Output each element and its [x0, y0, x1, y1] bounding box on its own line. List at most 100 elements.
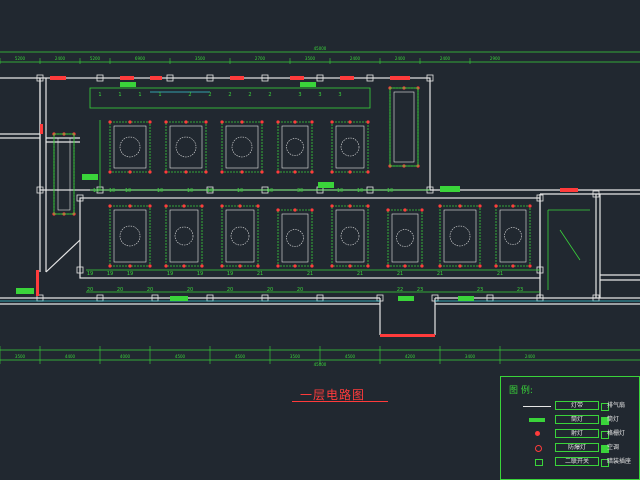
circuit-number: 19 — [197, 271, 203, 277]
circuit-number: 21 — [257, 271, 263, 277]
fixture-dot — [108, 204, 112, 208]
light-group-frame — [331, 205, 369, 267]
round-ceiling — [230, 226, 250, 246]
legend-row: 灯带 排气扇 — [501, 401, 640, 411]
fixture-dot — [128, 264, 132, 268]
fixture-dot — [348, 170, 352, 174]
ceiling-outline — [169, 209, 199, 263]
bottom-dimension-value: 2400 — [525, 354, 536, 359]
fixture-dot — [293, 264, 297, 268]
light-group — [164, 204, 204, 268]
legend-row: 二联开关 暗装插座 — [501, 457, 640, 467]
light-group-frame — [277, 121, 313, 173]
fixture-dot — [494, 264, 498, 268]
light-group-frame — [165, 121, 207, 173]
fixture-dot — [366, 204, 370, 208]
title-underline — [292, 401, 388, 402]
circuit-number: 20 — [227, 287, 233, 293]
circuit-number: 19 — [227, 271, 233, 277]
light-group — [164, 120, 208, 174]
top-dimension-value: 6900 — [135, 56, 146, 61]
round-ceiling — [340, 137, 360, 157]
fixture-dot — [511, 264, 515, 268]
light-group — [494, 204, 532, 268]
fixture-dot — [220, 170, 224, 174]
fixture-dot — [348, 204, 352, 208]
fixture-dot — [164, 170, 168, 174]
fixture-dot — [293, 170, 297, 174]
fixture-dot — [528, 264, 532, 268]
light-group-frame — [331, 121, 369, 173]
ceiling-outline — [113, 209, 147, 263]
light-group — [108, 204, 152, 268]
circuit-number: 2 — [228, 92, 231, 98]
light-group — [388, 86, 420, 168]
fixture-dot — [184, 120, 188, 124]
circuit-number: 19 — [87, 271, 93, 277]
legend-symbol — [535, 459, 543, 466]
circuit-number: 23 — [477, 287, 483, 293]
circuit-number: 10 — [387, 188, 393, 194]
legend-label: 筒灯 — [555, 415, 599, 424]
circuit-number: 20 — [267, 287, 273, 293]
light-group-frame — [277, 209, 313, 267]
top-dimension-value: 2700 — [255, 56, 266, 61]
round-ceiling — [396, 229, 414, 247]
fixture-dot — [240, 170, 244, 174]
light-group — [108, 120, 152, 174]
fixture-dot — [386, 208, 390, 212]
circuit-number: 3 — [298, 92, 301, 98]
top-dimension-value: 2400 — [350, 56, 361, 61]
fixture-dot — [330, 120, 334, 124]
fixture-dot — [148, 170, 152, 174]
round-ceiling — [286, 138, 304, 156]
fixture-dot — [310, 208, 314, 212]
bottom-dimension-value: 4400 — [65, 354, 76, 359]
circuit-number: 10 — [237, 188, 243, 194]
circuit-number: 20 — [87, 287, 93, 293]
light-group-frame — [165, 205, 203, 267]
fixture-dot — [164, 204, 168, 208]
circuit-number: 23 — [417, 287, 423, 293]
fixture-dot — [403, 208, 407, 212]
round-ceiling — [504, 227, 522, 245]
circuit-number: 2 — [248, 92, 251, 98]
ceiling-outline — [113, 125, 147, 169]
fixture-dot — [420, 208, 424, 212]
circuit-number: 19 — [167, 271, 173, 277]
fixture-dot — [438, 264, 442, 268]
fixture-dot — [478, 264, 482, 268]
circuit-number: 1 — [138, 92, 141, 98]
light-group-frame — [439, 205, 481, 267]
circuit-number: 21 — [307, 271, 313, 277]
fixture-dot — [458, 264, 462, 268]
distribution-panels — [16, 82, 474, 301]
legend-row: 射灯 格栅灯 — [501, 429, 640, 439]
bottom-dimension-total: 45000 — [314, 362, 327, 367]
ceiling-outline — [281, 125, 309, 169]
fixture-dot — [330, 204, 334, 208]
fixture-dot — [330, 170, 334, 174]
top-dimension-total: 45000 — [314, 46, 327, 51]
legend-label: 射灯 — [555, 429, 599, 438]
fixture-dot — [108, 264, 112, 268]
bottom-dimension-value: 4200 — [405, 354, 416, 359]
bottom-dimension-value: 4500 — [175, 354, 186, 359]
round-ceiling — [175, 136, 197, 158]
fixture-dot — [276, 170, 280, 174]
legend-row: 筒灯 筒灯 — [501, 415, 640, 425]
circuit-number: 10 — [157, 188, 163, 194]
fixture-dot — [366, 264, 370, 268]
fixture-dot — [220, 264, 224, 268]
top-dimension-labels: 5200 2400 5200 6900 3500 2700 3500 2400 2400 2400… — [0, 46, 501, 64]
fixture-dot — [366, 120, 370, 124]
fixture-dot — [386, 264, 390, 268]
legend-symbol — [523, 406, 551, 407]
circuit-number: 3 — [338, 92, 341, 98]
building-walls — [0, 77, 640, 336]
light-group-frame — [387, 209, 423, 267]
round-ceiling — [119, 225, 141, 247]
circuit-number: 20 — [117, 287, 123, 293]
round-ceiling — [231, 136, 253, 158]
light-group — [438, 204, 482, 268]
